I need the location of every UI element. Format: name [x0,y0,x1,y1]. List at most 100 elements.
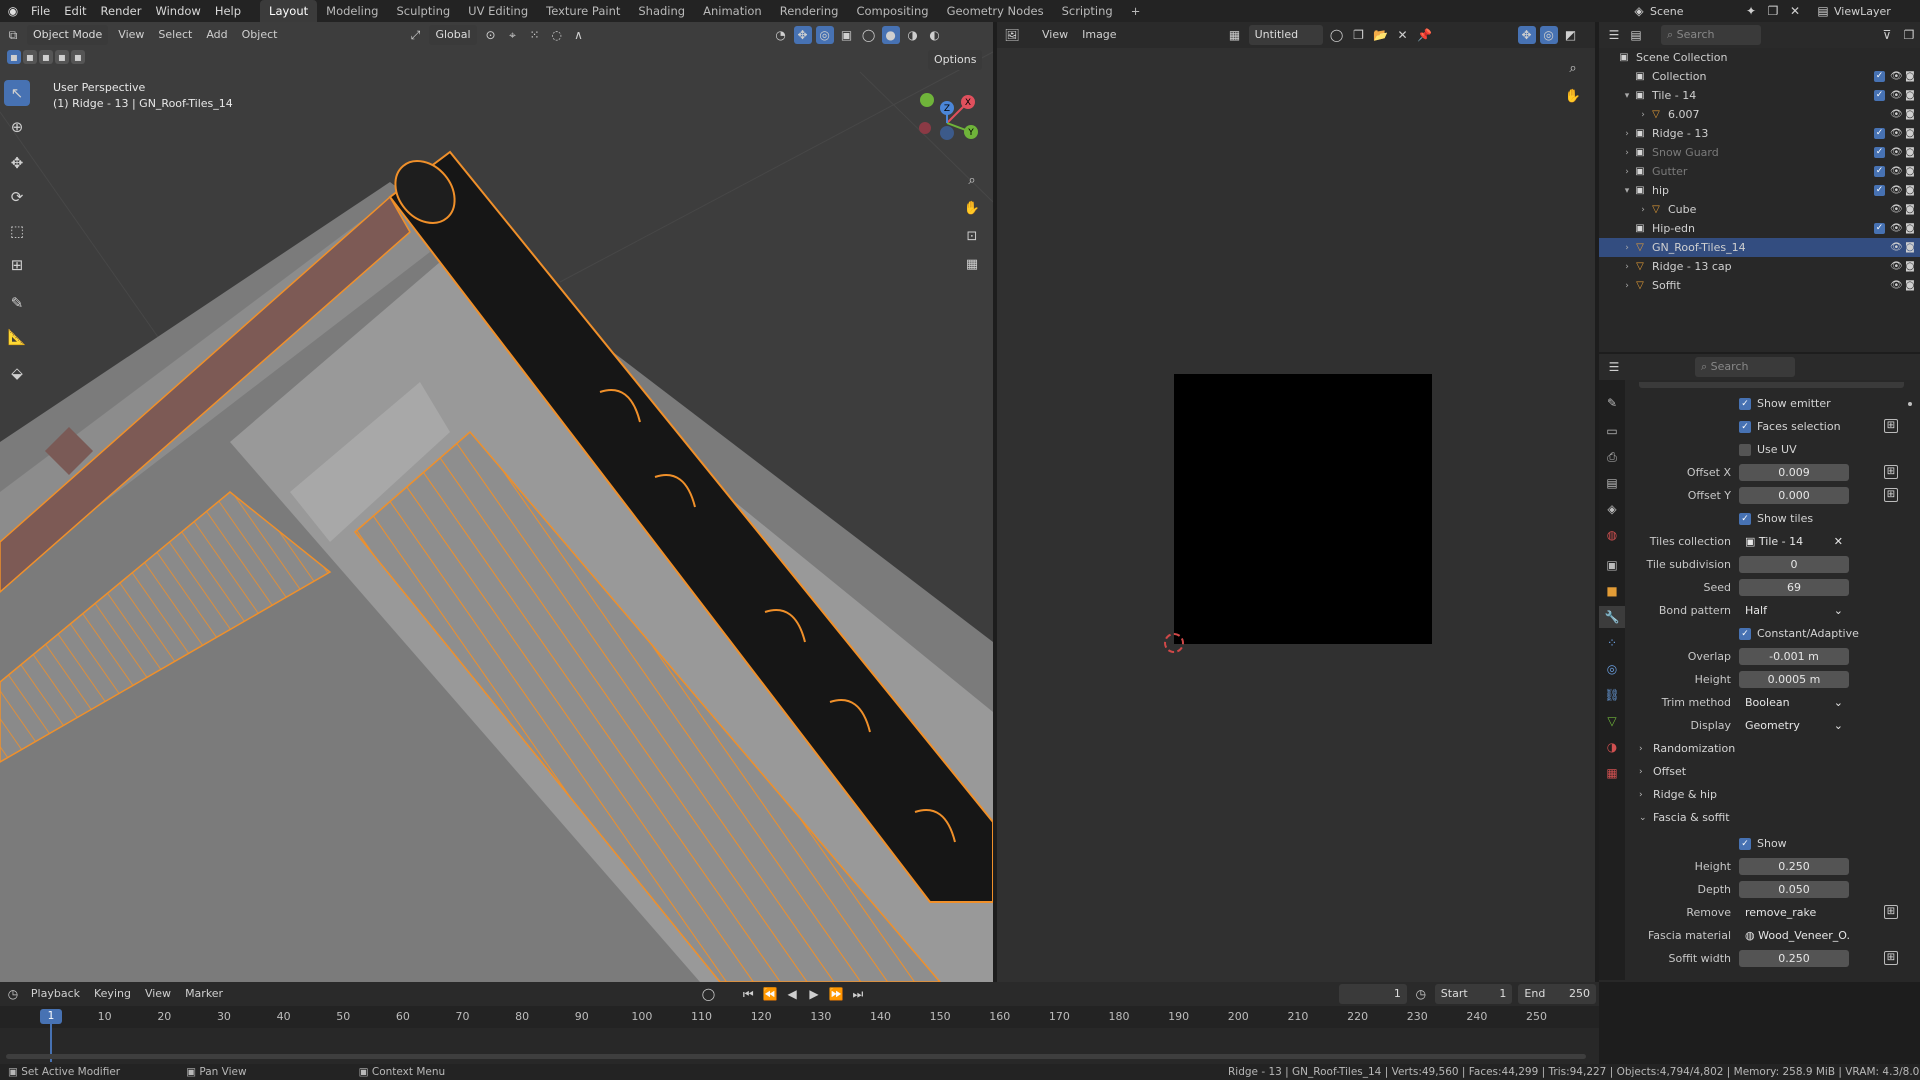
unlink-image-icon[interactable]: ✕ [1394,26,1412,44]
add-workspace-button[interactable]: + [1122,0,1150,22]
image-menu-view[interactable]: View [1035,22,1075,48]
particles-tab-icon[interactable]: ⁘ [1599,632,1625,654]
visibility-eye-icon[interactable]: 👁 [1890,166,1903,177]
physics-tab-icon[interactable]: ◎ [1599,658,1625,680]
options-dropdown[interactable]: Options [928,50,983,70]
chevron-right-icon[interactable]: › [1621,129,1633,139]
editor-type-icon[interactable]: ⧉ [4,26,22,44]
close-icon[interactable]: ✕ [1786,2,1804,20]
outliner-type-icon[interactable]: ☰ [1605,26,1623,44]
modifier-tab-icon[interactable]: 🔧 [1599,606,1625,628]
pin-image-icon[interactable]: 📌 [1416,26,1434,44]
menu-edit[interactable]: Edit [57,0,93,22]
object-tab-icon[interactable]: ■ [1599,580,1625,602]
image-menu-image[interactable]: Image [1075,22,1123,48]
fake-user-icon[interactable]: ◯ [1328,26,1346,44]
add-cube-tool[interactable]: ⬙ [4,360,30,386]
input-toggle-icon[interactable]: ⊞ [1884,951,1898,965]
panel-fascia-soffit[interactable]: ⌄ Fascia & soffit [1639,808,1730,827]
tab-uv-editing[interactable]: UV Editing [459,0,537,22]
outliner-row[interactable]: › ▣ Ridge - 13 ✓ 👁 ◙ [1599,124,1920,143]
chevron-right-icon[interactable]: › [1621,262,1633,272]
keyframe-dot[interactable] [1908,402,1912,406]
exclude-checkbox[interactable]: ✓ [1874,223,1885,234]
select-extend-icon[interactable]: ▪ [23,50,37,64]
end-frame-field[interactable]: End 250 [1518,984,1597,1004]
gizmo-toggle-icon[interactable]: ✥ [793,26,812,44]
exclude-checkbox[interactable]: ✓ [1874,147,1885,158]
timeline-scrollbar[interactable] [6,1054,1586,1059]
menu-render[interactable]: Render [94,0,149,22]
move-tool[interactable]: ✥ [4,150,30,176]
snap-target-icon[interactable]: ⁙ [526,26,544,44]
display-mode-icon[interactable]: ▤ [1627,26,1645,44]
outliner-search[interactable]: ⌕ Search [1661,25,1761,45]
properties-type-icon[interactable]: ☰ [1605,358,1623,376]
2d-cursor-icon[interactable] [1164,633,1184,653]
input-toggle-icon[interactable]: ⊞ [1884,905,1898,919]
cursor-tool[interactable]: ⊕ [4,114,30,140]
fs-height-field[interactable]: 0.250 [1739,858,1849,875]
offset-x-field[interactable]: 0.009 [1739,464,1849,481]
pivot-icon[interactable]: ⊙ [482,26,500,44]
render-camera-icon[interactable]: ◙ [1905,166,1915,177]
render-camera-icon[interactable]: ◙ [1905,223,1915,234]
view-layer-name[interactable]: ViewLayer [1834,5,1920,18]
fs-show-checkbox[interactable]: ✓ Show [1739,837,1787,850]
ortho-grid-icon[interactable]: ▦ [960,252,984,276]
tab-shading[interactable]: Shading [629,0,694,22]
render-camera-icon[interactable]: ◙ [1905,147,1915,158]
annotate-tool[interactable]: ✎ [4,290,30,316]
proportional-edit-icon[interactable]: ◌ [548,26,566,44]
tab-rendering[interactable]: Rendering [771,0,848,22]
viewport-menu-view[interactable]: View [111,22,151,48]
tab-modeling[interactable]: Modeling [317,0,387,22]
visibility-eye-icon[interactable]: 👁 [1890,223,1903,234]
panel-randomization[interactable]: › Randomization [1639,739,1735,758]
new-scene-icon[interactable]: ❐ [1764,2,1782,20]
view-layer-tab-icon[interactable]: ▤ [1599,472,1625,494]
outliner-row[interactable]: ▾ ▣ Tile - 14 ✓ 👁 ◙ [1599,86,1920,105]
image-pan-icon[interactable]: ✋ [1561,84,1585,108]
chevron-right-icon[interactable]: › [1637,110,1649,120]
clear-icon[interactable]: ✕ [1834,533,1849,550]
timeline-menu-view[interactable]: View [138,982,178,1006]
menu-help[interactable]: Help [208,0,248,22]
material-tab-icon[interactable]: ◑ [1599,736,1625,758]
render-camera-icon[interactable]: ◙ [1905,109,1915,120]
new-image-icon[interactable]: ❐ [1350,26,1368,44]
image-editor[interactable]: 🖼 View Image ▦ Untitled ◯ ❐ 📂 ✕ 📌 ✥ ◎ ◩ … [997,22,1595,982]
tool-tab-icon[interactable]: ✎ [1599,392,1625,414]
overlap-field[interactable]: -0.001 m [1739,648,1849,665]
scene-name[interactable]: Scene [1650,5,1740,18]
panel-offset[interactable]: › Offset [1639,762,1686,781]
menu-window[interactable]: Window [148,0,207,22]
select-invert-icon[interactable]: ▪ [55,50,69,64]
visibility-eye-icon[interactable]: 👁 [1890,128,1903,139]
render-camera-icon[interactable]: ◙ [1905,280,1915,291]
show-tiles-checkbox[interactable]: ✓ Show tiles [1739,512,1813,525]
chevron-right-icon[interactable]: › [1637,205,1649,215]
offset-y-field[interactable]: 0.000 [1739,487,1849,504]
preview-range-icon[interactable]: ◷ [1412,985,1430,1003]
visibility-eye-icon[interactable]: 👁 [1890,242,1903,253]
faces-selection-checkbox[interactable]: ✓ Faces selection [1739,420,1841,433]
visibility-eye-icon[interactable]: 👁 [1890,204,1903,215]
filter-icon[interactable]: ⊽ [1878,26,1896,44]
menu-playback[interactable]: Playback [24,982,87,1006]
visibility-icon[interactable]: ◔ [772,26,790,44]
visibility-eye-icon[interactable]: 👁 [1890,71,1903,82]
visibility-eye-icon[interactable]: 👁 [1890,109,1903,120]
fs-depth-field[interactable]: 0.050 [1739,881,1849,898]
solid-shading-icon[interactable]: ● [881,26,900,44]
rotate-tool[interactable]: ⟳ [4,184,30,210]
outliner-row[interactable]: › ▽ Cube 👁 ◙ [1599,200,1920,219]
trim-method-dropdown[interactable]: Boolean ⌄ [1739,694,1849,711]
exclude-checkbox[interactable]: ✓ [1874,166,1885,177]
input-toggle-icon[interactable]: ⊞ [1884,419,1898,433]
visibility-eye-icon[interactable]: 👁 [1890,280,1903,291]
image-overlay-icon[interactable]: ◎ [1539,26,1558,44]
material-shading-icon[interactable]: ◑ [904,26,922,44]
outliner-row-scene-collection[interactable]: ▣ Scene Collection [1599,48,1920,67]
outliner-row[interactable]: ▣ Collection ✓ 👁 ◙ [1599,67,1920,86]
